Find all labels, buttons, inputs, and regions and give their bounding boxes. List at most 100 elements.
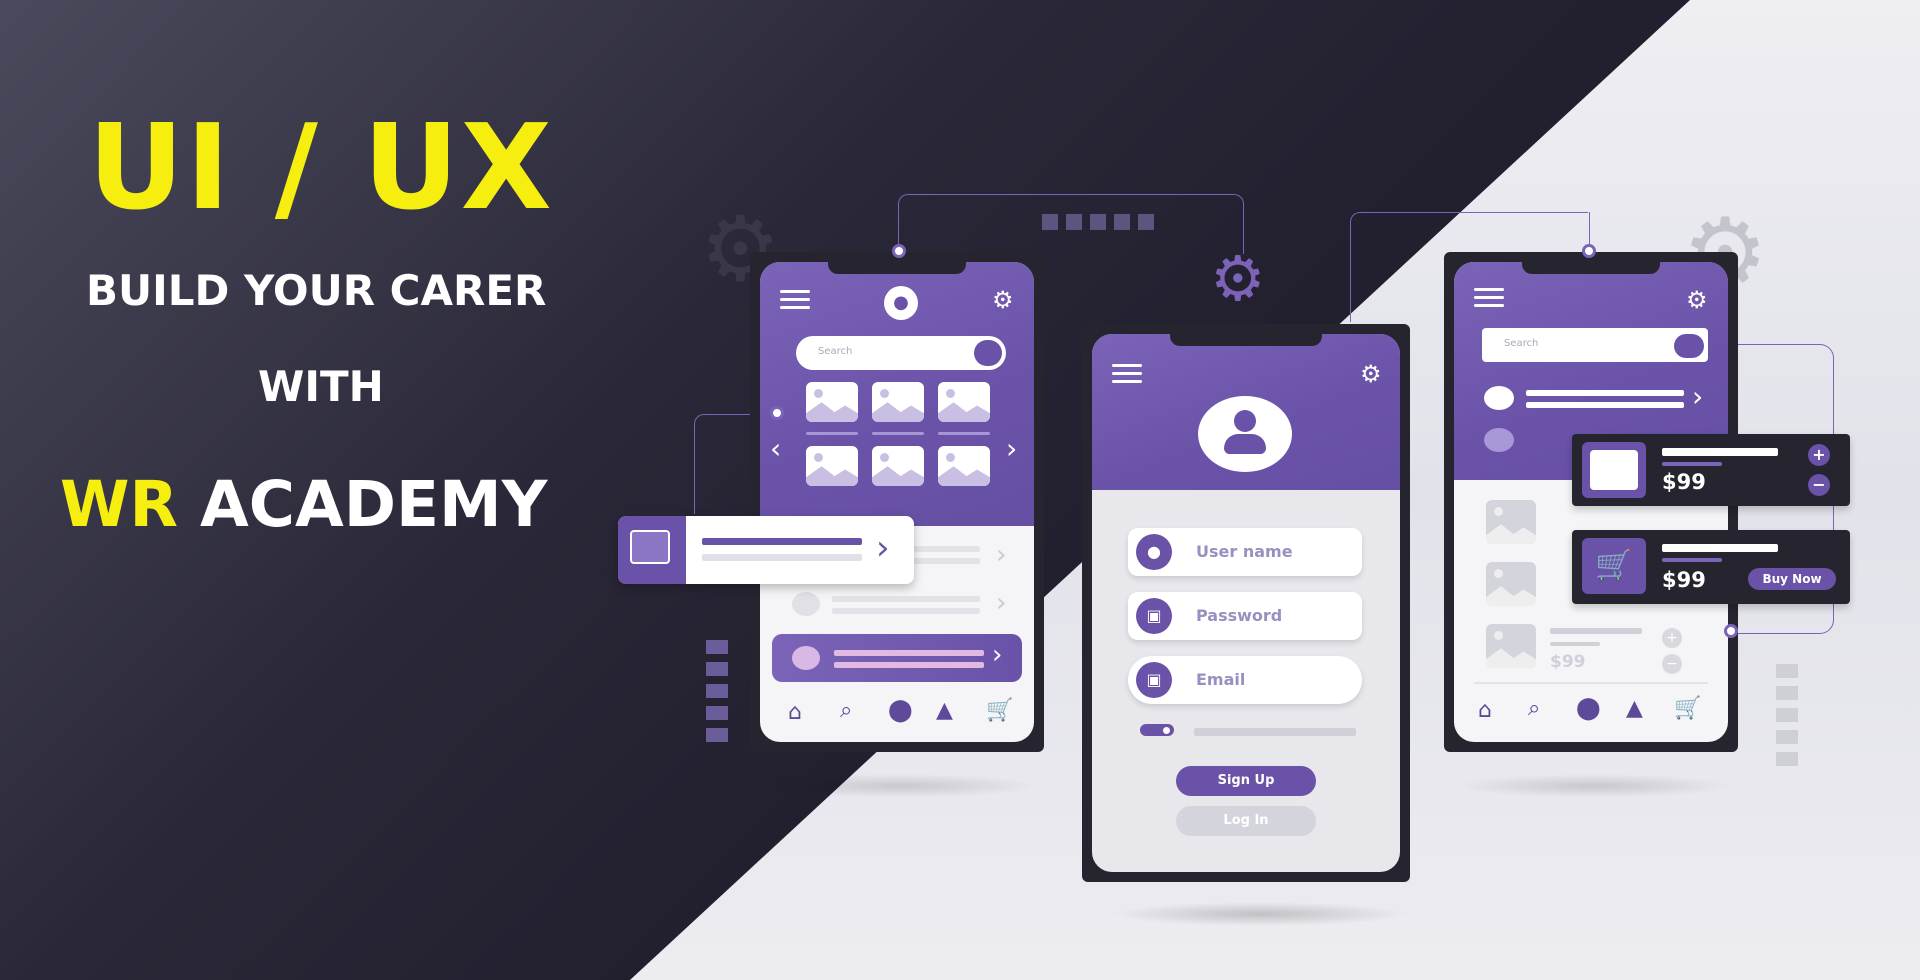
search-icon[interactable] xyxy=(1674,334,1704,358)
phone-shadow xyxy=(760,774,1040,798)
caption-bar xyxy=(872,432,924,435)
phone-center-screen: ⚙ ● User name ▣ Password ▣ Email Sign Up… xyxy=(1092,334,1400,872)
location-icon[interactable]: ⬤ xyxy=(888,700,913,722)
decor-square xyxy=(1776,686,1798,700)
toggle[interactable] xyxy=(1140,724,1174,736)
decor-square xyxy=(706,640,728,654)
menu-icon[interactable] xyxy=(780,290,810,310)
product-bar xyxy=(1662,544,1778,552)
decor-square xyxy=(1114,214,1130,230)
product-card[interactable]: 🛒 $99 Buy Now xyxy=(1572,530,1850,604)
product-card[interactable]: $99 + − xyxy=(1572,434,1850,506)
product-image[interactable] xyxy=(1486,562,1536,606)
list-avatar xyxy=(792,592,820,616)
phone-shadow xyxy=(1454,774,1734,798)
chevron-right-icon[interactable]: › xyxy=(1692,380,1703,413)
bell-icon[interactable]: ▲ xyxy=(1626,698,1643,720)
location-icon[interactable]: ⬤ xyxy=(1576,698,1601,720)
decor-square xyxy=(1776,730,1798,744)
search-icon[interactable]: ⌕ xyxy=(840,700,852,722)
decor-square xyxy=(1090,214,1106,230)
minus-icon[interactable]: − xyxy=(1808,474,1830,496)
headline-academy: WR ACADEMY xyxy=(60,468,547,541)
product-image[interactable] xyxy=(1486,624,1536,668)
email-field[interactable]: ▣ Email xyxy=(1128,656,1362,704)
list-bar xyxy=(832,608,980,614)
search-icon[interactable] xyxy=(974,340,1002,366)
decor-square xyxy=(1776,664,1798,678)
gallery-image[interactable] xyxy=(938,382,990,422)
list-bar xyxy=(834,662,984,668)
search-icon[interactable]: ⌕ xyxy=(1528,698,1540,720)
plus-icon[interactable]: + xyxy=(1662,628,1682,648)
chevron-left-icon[interactable]: ‹ xyxy=(770,432,781,465)
user-icon[interactable]: ● xyxy=(884,286,918,320)
caption-bar xyxy=(938,432,990,435)
gallery-image[interactable] xyxy=(806,446,858,486)
phone-shadow xyxy=(1110,902,1410,926)
list-bar xyxy=(1526,402,1684,408)
list-bar xyxy=(702,538,862,545)
toggle-knob xyxy=(1163,727,1170,734)
floating-list-card[interactable]: › xyxy=(618,516,914,584)
gallery-image[interactable] xyxy=(872,382,924,422)
search-input[interactable]: Search xyxy=(1482,328,1708,362)
sign-up-button[interactable]: Sign Up xyxy=(1176,766,1316,796)
chevron-right-icon[interactable]: › xyxy=(1006,432,1017,465)
chevron-right-icon[interactable]: › xyxy=(996,590,1006,616)
chevron-right-icon[interactable]: › xyxy=(876,528,890,568)
product-image[interactable] xyxy=(1486,500,1536,544)
list-item-selected[interactable]: › xyxy=(772,634,1022,682)
lock-icon: ▣ xyxy=(1136,598,1172,634)
connector-dot xyxy=(1724,624,1738,638)
phone-center: ⚙ ● User name ▣ Password ▣ Email Sign Up… xyxy=(1082,324,1410,882)
list-bar xyxy=(834,650,984,656)
search-placeholder: Search xyxy=(818,346,853,357)
menu-icon[interactable] xyxy=(1474,288,1504,308)
terms-bar xyxy=(1194,728,1356,736)
minus-icon[interactable]: − xyxy=(1662,654,1682,674)
gallery-image[interactable] xyxy=(872,446,924,486)
connector-dot xyxy=(892,244,906,258)
list-avatar xyxy=(1484,386,1514,410)
search-input[interactable]: Search xyxy=(796,336,1006,370)
decor-square xyxy=(1066,214,1082,230)
phone-notch xyxy=(1170,324,1322,346)
connector-dot xyxy=(770,406,784,420)
home-icon[interactable]: ⌂ xyxy=(788,702,802,724)
bell-icon[interactable]: ▲ xyxy=(936,700,953,722)
cart-icon[interactable]: 🛒 xyxy=(1674,698,1701,720)
list-avatar xyxy=(1484,428,1514,452)
username-field[interactable]: ● User name xyxy=(1128,528,1362,576)
password-label: Password xyxy=(1196,606,1283,625)
decor-square xyxy=(706,662,728,676)
buy-now-button[interactable]: Buy Now xyxy=(1748,568,1836,590)
gear-icon[interactable]: ⚙ xyxy=(992,288,1014,312)
plus-icon[interactable]: + xyxy=(1808,444,1830,466)
cart-icon[interactable]: 🛒 xyxy=(986,700,1013,722)
gear-icon[interactable]: ⚙ xyxy=(1686,288,1708,312)
phone-left: ● ⚙ Search ‹ › › › › ⌂ ⌕ ⬤ ▲ � xyxy=(750,252,1044,752)
gallery-image[interactable] xyxy=(938,446,990,486)
home-icon[interactable]: ⌂ xyxy=(1478,700,1492,722)
log-in-button[interactable]: Log In xyxy=(1176,806,1316,836)
list-bar xyxy=(1526,390,1684,396)
headline-title: UI / UX xyxy=(88,98,554,236)
chevron-right-icon[interactable]: › xyxy=(996,542,1006,568)
product-bar xyxy=(1662,558,1722,562)
decor-square xyxy=(1042,214,1058,230)
lock-icon: ▣ xyxy=(1136,662,1172,698)
gallery-image[interactable] xyxy=(806,382,858,422)
list-bar xyxy=(702,554,862,561)
cart-icon: 🛒 xyxy=(1582,538,1646,594)
password-field[interactable]: ▣ Password xyxy=(1128,592,1362,640)
menu-icon[interactable] xyxy=(1112,364,1142,384)
user-icon xyxy=(1234,410,1256,432)
list-bar xyxy=(832,596,980,602)
decor-square xyxy=(1776,708,1798,722)
username-label: User name xyxy=(1196,542,1293,561)
image-icon-frame xyxy=(1590,450,1638,490)
decor-square xyxy=(706,684,728,698)
chevron-right-icon[interactable]: › xyxy=(992,640,1002,670)
gear-icon[interactable]: ⚙ xyxy=(1360,362,1382,386)
